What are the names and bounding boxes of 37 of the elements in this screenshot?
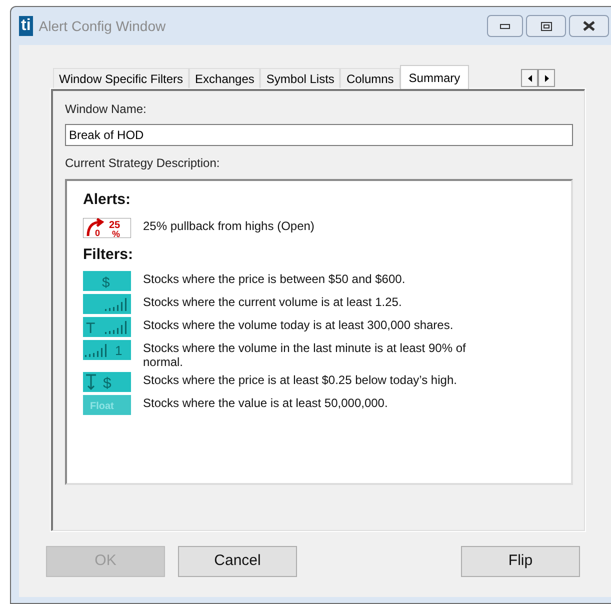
minimize-icon: [500, 24, 510, 28]
condition-text: Stocks where the price is at least $0.25 below today’s high.: [143, 372, 458, 387]
right-arrow-icon: [544, 74, 549, 82]
close-button[interactable]: [569, 15, 609, 37]
left-arrow-icon: [528, 74, 532, 82]
tab[interactable]: Window Specific Filters: [53, 68, 190, 89]
condition-text: Stocks where the volume today is at least 300,000 shares.: [143, 317, 454, 332]
condition-text: Stocks where the price is between $50 and $600.: [143, 271, 406, 286]
down-dollar-icon: $: [83, 372, 131, 392]
field-label: Current Strategy Description:: [65, 155, 221, 172]
float-icon: Float: [83, 395, 131, 415]
window-name-field[interactable]: Break of HOD: [65, 124, 573, 146]
tab[interactable]: Summary: [400, 65, 470, 89]
app-logo: ti: [19, 16, 33, 36]
volume-bars-icon: 1: [83, 340, 131, 360]
tab[interactable]: Exchanges: [189, 68, 260, 89]
close-icon: [583, 21, 595, 31]
scroll-left-button[interactable]: [521, 69, 538, 87]
condition-text: 25% pullback from highs (Open): [143, 218, 316, 232]
volume-bars-icon: [83, 294, 131, 314]
maximize-button[interactable]: [526, 15, 566, 37]
volume-bars-icon: T: [83, 317, 131, 337]
condition-text: Stocks where the volume in the last minute is at least 90% of normal.: [143, 340, 467, 369]
section-heading: Filters:: [83, 244, 134, 264]
tab[interactable]: Columns: [340, 68, 400, 89]
tab[interactable]: Symbol Lists: [260, 68, 340, 89]
section-heading: Alerts:: [83, 190, 132, 210]
scroll-right-button[interactable]: [538, 69, 556, 87]
condition-text: Stocks where the current volume is at least 1.25.: [143, 294, 403, 309]
dialog-button[interactable]: Cancel: [178, 546, 297, 577]
field-label: Window Name:: [65, 101, 148, 118]
dialog-button[interactable]: Flip: [461, 546, 580, 577]
maximize-icon: [540, 22, 552, 30]
condition-text: Stocks where the value is at least 50,000,000.: [143, 395, 389, 410]
minimize-button[interactable]: [487, 15, 523, 37]
dollar-icon: $: [83, 271, 131, 291]
window-title: Alert Config Window: [38, 16, 166, 36]
